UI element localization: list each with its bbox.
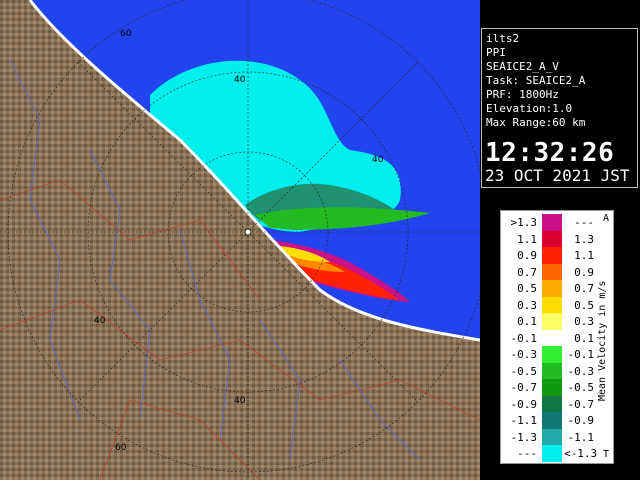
legend-color-swatch	[542, 362, 562, 380]
legend-row: -1.1 -0.9	[505, 412, 594, 429]
legend-bottom-marker: T	[603, 449, 610, 460]
legend-row-upper: -0.3	[567, 364, 595, 378]
legend-row: 0.5 0.7	[505, 280, 594, 297]
legend-row: -0.3 -0.1	[505, 346, 594, 363]
legend-row-lower: -1.1	[510, 414, 538, 427]
legend-color-swatch	[542, 247, 562, 264]
legend-color-swatch	[542, 263, 562, 281]
range-label-40-east: 40	[372, 155, 384, 165]
legend-row-lower: -0.5	[510, 364, 538, 378]
legend-row-upper: 0.7	[574, 282, 594, 295]
legend-row: 0.3 0.5	[505, 296, 594, 314]
legend-row-lower: 0.3	[517, 298, 537, 312]
legend-row-lower: 1.1	[517, 232, 537, 246]
legend-color-swatch	[542, 395, 562, 413]
legend-color-swatch	[542, 346, 562, 363]
legend-row-upper: 0.5	[574, 298, 594, 312]
legend-row-upper: 1.1	[574, 249, 594, 262]
legend-row-lower: 0.1	[517, 315, 537, 328]
legend-color-swatch	[542, 214, 562, 231]
legend-row: -0.9 -0.7	[505, 395, 594, 413]
legend-row-upper: 0.3	[574, 315, 594, 328]
legend-top-marker: A	[603, 213, 610, 224]
legend-title: Mean Velocity in m/s	[597, 280, 608, 401]
legend-row-lower: -0.9	[510, 397, 538, 411]
legend-row: 0.7 0.9	[505, 263, 594, 281]
range-label-60-north: 60	[120, 29, 132, 39]
legend-row-upper: ---	[574, 216, 594, 229]
legend-color-swatch	[542, 296, 562, 314]
legend-row: -0.5 -0.3	[505, 362, 594, 380]
legend-row-lower: 0.9	[517, 249, 537, 262]
task-name: Task: SEAICE2_A	[486, 74, 586, 87]
legend-row-lower: >1.3	[510, 216, 538, 229]
legend-color-swatch	[542, 445, 562, 462]
legend-color-swatch	[542, 428, 562, 446]
legend-row-lower: -0.1	[510, 331, 538, 345]
legend-color-swatch	[542, 379, 562, 396]
elevation-value: Elevation:1.0	[486, 102, 573, 115]
velocity-legend: >1.3 --- 1.1 1.3 0.9 1.1 0.7 0.9 0.5 0.7 0.3 0.5 0.1…	[500, 210, 614, 464]
legend-color-swatch	[542, 230, 562, 248]
radar-ppi-map: 60 40 40 40 40 60	[0, 0, 480, 480]
range-label-60-south: 60	[115, 443, 127, 453]
legend-row-upper: -0.7	[567, 397, 595, 411]
legend-row-lower: 0.7	[517, 265, 537, 279]
legend-color-swatch	[542, 412, 562, 429]
scan-time: 12:32:26	[485, 138, 615, 168]
legend-row: 0.9 1.1	[505, 247, 594, 264]
max-range-value: Max Range:60 km	[486, 116, 586, 129]
legend-row-upper: -0.5	[567, 381, 595, 394]
legend-row-upper: 0.1	[574, 331, 594, 345]
site-name: ilts2	[486, 32, 520, 45]
scan-name: SEAICE2_A_V	[486, 60, 559, 73]
legend-color-swatch	[542, 329, 562, 347]
legend-row-upper: 1.3	[574, 232, 594, 246]
legend-row: 0.1 0.3	[505, 313, 594, 330]
prf-value: PRF: 1800Hz	[486, 88, 559, 101]
legend-row: 1.1 1.3	[505, 230, 594, 248]
legend-row: -0.1 0.1	[505, 329, 594, 347]
legend-row-lower: -0.3	[510, 348, 538, 361]
range-label-40-north: 40	[234, 75, 246, 85]
legend-row: >1.3 ---	[505, 214, 594, 231]
legend-row: -0.7 -0.5	[505, 379, 594, 396]
legend-row-upper: <-1.3	[564, 447, 598, 460]
product-type: PPI	[486, 46, 506, 59]
range-label-40-south: 40	[234, 396, 246, 406]
legend-row-upper: -1.1	[567, 430, 595, 444]
legend-row-lower: ---	[517, 447, 537, 460]
legend-row-lower: -1.3	[510, 430, 538, 444]
legend-row: --- <-1.3	[505, 445, 597, 462]
scan-info-panel: ilts2 PPI SEAICE2_A_V Task: SEAICE2_A PR…	[481, 28, 638, 188]
legend-row-lower: 0.5	[517, 282, 537, 295]
range-label-40-west: 40	[94, 316, 106, 326]
legend-row-upper: -0.1	[567, 348, 595, 361]
legend-row-lower: -0.7	[510, 381, 538, 394]
legend-color-swatch	[542, 280, 562, 297]
radar-site-marker	[244, 228, 252, 236]
legend-row-upper: 0.9	[574, 265, 594, 279]
legend-color-swatch	[542, 313, 562, 330]
legend-row-upper: -0.9	[567, 414, 595, 427]
scan-date: 23 OCT 2021 JST	[485, 166, 630, 185]
legend-row: -1.3 -1.1	[505, 428, 594, 446]
